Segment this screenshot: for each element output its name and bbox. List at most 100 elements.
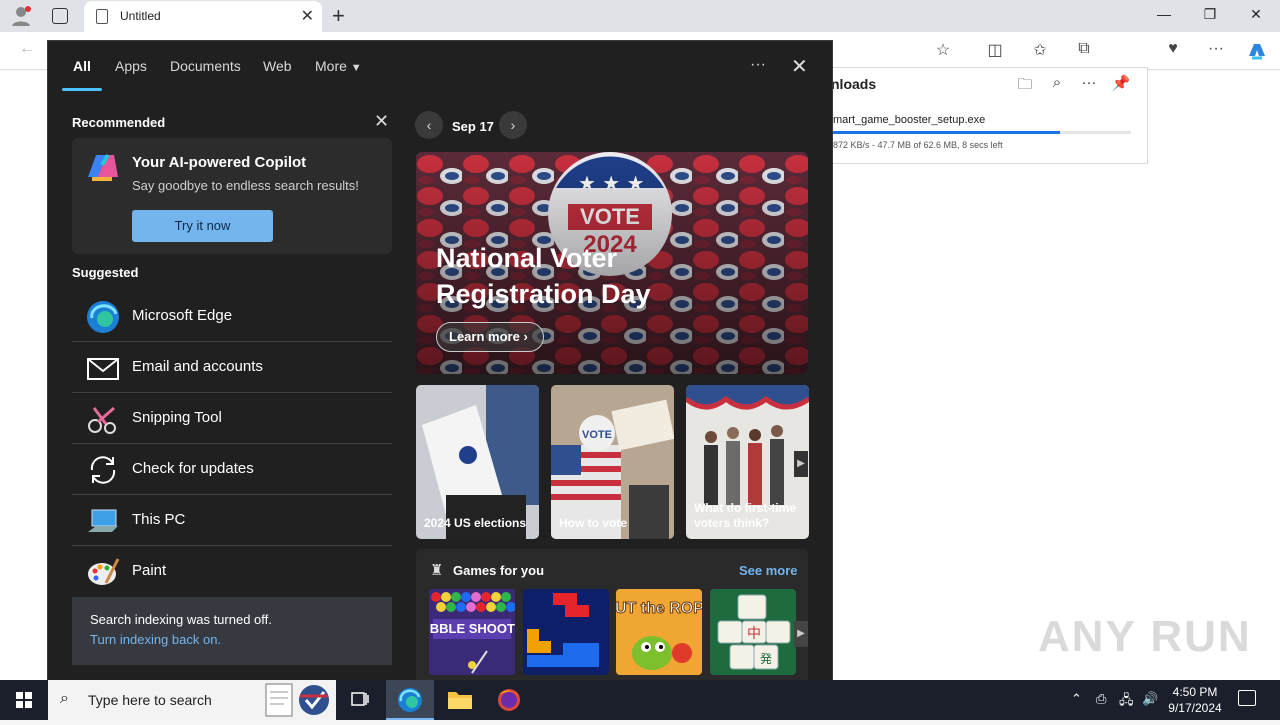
- tab-more[interactable]: More ▼: [315, 58, 362, 74]
- show-hidden-icons-icon[interactable]: ⌃: [1071, 691, 1082, 707]
- download-progress-fill: [833, 131, 1061, 134]
- browser-tab[interactable]: Untitled ✕: [84, 1, 322, 32]
- paint-palette-icon: [86, 555, 120, 589]
- more-options-icon[interactable]: ···: [1079, 74, 1099, 91]
- tab-more-label: More: [315, 58, 347, 74]
- next-date-button[interactable]: ›: [499, 111, 527, 139]
- bubble: [466, 602, 476, 612]
- games-heading: Games for you: [453, 563, 545, 578]
- taskbar-search-box[interactable]: ⌕ Type here to search: [48, 680, 256, 720]
- task-view-button[interactable]: [336, 680, 384, 720]
- game-tile-title: BUBBLE SHOOTER: [429, 621, 515, 636]
- back-icon[interactable]: ←: [16, 40, 38, 58]
- pin-icon[interactable]: 📌: [1111, 74, 1131, 92]
- browser-essentials-icon[interactable]: ♥: [1162, 40, 1184, 58]
- search-icon: ⌕: [60, 690, 69, 707]
- bubble: [451, 592, 461, 602]
- copilot-icon[interactable]: [1246, 40, 1268, 62]
- game-tile-mahjong[interactable]: 中 発 Mahjong: [710, 589, 796, 675]
- bubble: [436, 602, 446, 612]
- previous-date-button[interactable]: ‹: [415, 111, 443, 139]
- taskbar-edge-button[interactable]: [386, 680, 434, 720]
- hero-card[interactable]: ★ ★ ★ VOTE 2024 National Voter Registrat…: [416, 152, 808, 374]
- start-button[interactable]: [0, 680, 48, 720]
- taskbar-file-explorer-button[interactable]: [436, 680, 484, 720]
- see-more-link[interactable]: See more: [739, 563, 798, 578]
- copilot-subtitle: Say goodbye to endless search results!: [132, 178, 359, 193]
- svg-text:発: 発: [760, 652, 772, 666]
- tab-all[interactable]: All: [73, 58, 91, 74]
- tab-apps[interactable]: Apps: [115, 58, 147, 74]
- taskbar-firefox-button[interactable]: [485, 680, 533, 720]
- suggested-item-snipping-tool[interactable]: Snipping Tool: [72, 393, 392, 444]
- folder-icon: [448, 692, 472, 709]
- tab-title: Untitled: [120, 9, 161, 23]
- notifications-icon[interactable]: [1238, 690, 1256, 706]
- windows-logo-icon: [16, 692, 32, 708]
- close-icon[interactable]: ✕: [791, 54, 808, 79]
- close-tab-icon[interactable]: ✕: [301, 6, 314, 26]
- downloads-header: nloads: [831, 76, 877, 92]
- favorites-icon[interactable]: ✩: [1029, 40, 1051, 60]
- bubble: [441, 592, 451, 602]
- search-icon[interactable]: ⌕: [1047, 74, 1067, 91]
- collections-icon[interactable]: ⧉: [1073, 40, 1095, 58]
- tab-actions-icon[interactable]: [52, 8, 68, 24]
- browser-tab-bar: Untitled ✕ + — ❐ ✕: [0, 0, 1280, 32]
- window-close-button[interactable]: ✕: [1246, 6, 1266, 23]
- folder-icon[interactable]: 🗀: [1015, 74, 1035, 99]
- try-it-now-button[interactable]: Try it now: [132, 210, 273, 242]
- minimize-button[interactable]: —: [1154, 6, 1174, 22]
- tab-web[interactable]: Web: [263, 58, 292, 74]
- tab-documents[interactable]: Documents: [170, 58, 241, 74]
- profile-icon[interactable]: [10, 5, 32, 27]
- news-card-first-time-voters[interactable]: What do first-time voters think?: [686, 385, 809, 539]
- volume-icon[interactable]: 🔊: [1142, 691, 1158, 707]
- bubble: [446, 602, 456, 612]
- task-view-icon: [351, 692, 369, 706]
- bubble: [461, 592, 471, 602]
- game-tile-blocks[interactable]: Tetris blocks: [523, 589, 609, 675]
- dismiss-recommended-icon[interactable]: ✕: [374, 111, 389, 132]
- bubble: [476, 602, 486, 612]
- taskbar: ⌕ Type here to search ⌃ ⎙ 🖧 🔊 4:50 PM 9/…: [0, 680, 1280, 720]
- bubble: [471, 592, 481, 602]
- tab-active-indicator: [62, 88, 102, 91]
- device-icon[interactable]: ⎙: [1096, 691, 1106, 707]
- firefox-icon: [498, 689, 520, 711]
- maximize-button[interactable]: ❐: [1200, 6, 1220, 23]
- mahjong-image: 中 発 Mahjong: [710, 589, 796, 675]
- news-card-how-to-vote[interactable]: VOTE How to vote: [551, 385, 674, 539]
- copilot-card: Your AI-powered Copilot Say goodbye to e…: [72, 138, 392, 254]
- new-tab-button[interactable]: +: [332, 3, 345, 29]
- split-screen-icon[interactable]: ◫: [984, 40, 1006, 60]
- suggested-item-check-updates[interactable]: Check for updates: [72, 444, 392, 495]
- turn-indexing-on-link[interactable]: Turn indexing back on.: [90, 632, 221, 647]
- search-highlight-image[interactable]: [256, 680, 336, 720]
- suggested-item-email[interactable]: Email and accounts: [72, 342, 392, 393]
- news-card-elections[interactable]: 2024 US elections: [416, 385, 539, 539]
- network-icon[interactable]: 🖧: [1119, 691, 1134, 713]
- bubble: [501, 592, 511, 602]
- games-next-button[interactable]: ▶: [794, 621, 808, 647]
- suggested-item-this-pc[interactable]: This PC: [72, 495, 392, 546]
- suggested-item-label: This PC: [132, 511, 186, 528]
- suggested-item-paint[interactable]: Paint: [72, 546, 392, 597]
- more-options-icon[interactable]: ···: [750, 56, 766, 74]
- chevron-down-icon: ▼: [350, 62, 362, 74]
- learn-more-button[interactable]: Learn more ›: [436, 322, 544, 352]
- clock-date: 9/17/2024: [1168, 701, 1222, 715]
- download-file-name[interactable]: mart_game_booster_setup.exe: [833, 114, 985, 126]
- cards-next-button[interactable]: ▶: [794, 451, 808, 477]
- suggested-item-edge[interactable]: Microsoft Edge: [72, 291, 392, 342]
- settings-menu-icon[interactable]: ···: [1205, 40, 1227, 58]
- cut-the-rope-image: CUT the ROPE: [616, 589, 702, 675]
- svg-text:VOTE: VOTE: [582, 429, 612, 441]
- suggested-item-label: Microsoft Edge: [132, 307, 233, 324]
- learn-more-label: Learn more: [449, 329, 520, 344]
- copilot-title: Your AI-powered Copilot: [132, 154, 307, 171]
- favorite-star-icon[interactable]: ☆: [932, 40, 954, 60]
- game-tile-cut-the-rope[interactable]: CUT the ROPE: [616, 589, 702, 675]
- taskbar-clock[interactable]: 4:50 PM 9/17/2024: [1160, 684, 1230, 716]
- game-tile-bubble-shooter[interactable]: BUBBLE SHOOTER: [429, 589, 515, 675]
